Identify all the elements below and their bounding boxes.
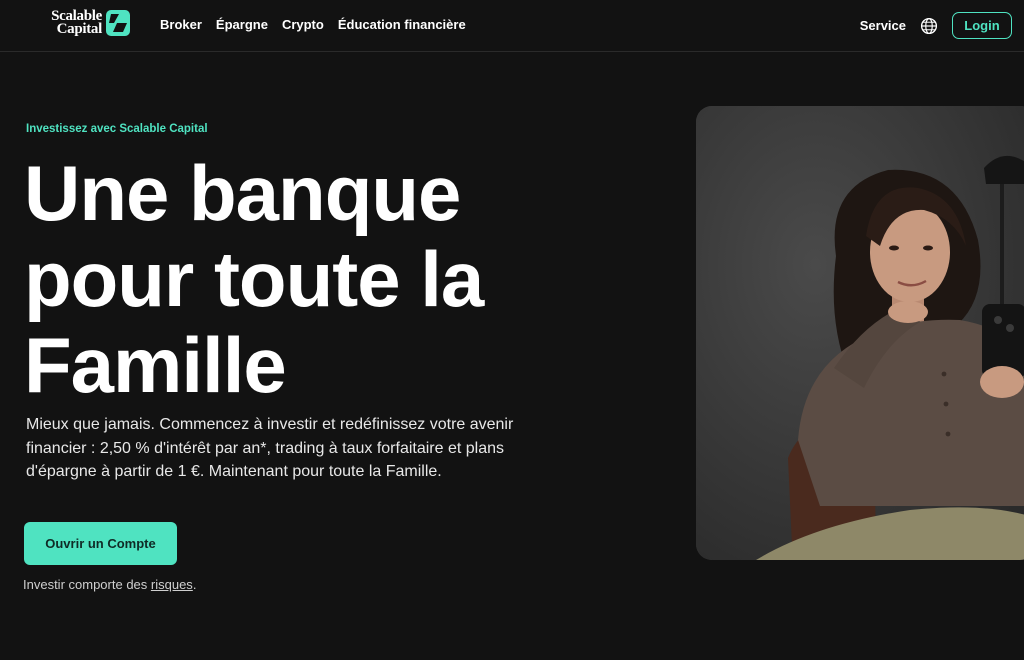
risk-disclaimer: Investir comporte des risques. [23,577,197,592]
header-actions: Service Login [860,12,1012,39]
risks-link[interactable]: risques [151,577,193,592]
hero-description: Mieux que jamais. Commencez à investir e… [26,416,514,480]
nav-education-financiere[interactable]: Éducation financière [338,16,466,34]
nav-broker[interactable]: Broker [160,16,202,34]
hero-eyebrow: Investissez avec Scalable Capital [26,123,208,135]
main-nav: Broker Épargne Crypto Éducation financiè… [160,16,466,34]
nav-epargne[interactable]: Épargne [216,16,268,34]
woman-with-phone-illustration [696,106,1024,560]
logo-wordmark: Scalable Capital [51,8,102,37]
scalable-s-logo-icon [106,10,130,36]
hero-title: Une banque pour toute la Famille [24,150,584,408]
hero-title-line-2: pour toute la [24,235,484,323]
open-account-button[interactable]: Ouvrir un Compte [24,522,177,565]
hero-title-line-3: Famille [24,321,287,409]
nav-crypto[interactable]: Crypto [282,16,324,34]
hero-title-line-1: Une banque [24,149,461,237]
scalable-capital-logo[interactable]: Scalable Capital [36,8,130,37]
service-link[interactable]: Service [860,18,906,33]
hero-photo [696,106,1024,560]
site-header: Scalable Capital Broker Épargne Crypto É… [0,0,1024,52]
globe-icon[interactable] [920,17,938,35]
login-button[interactable]: Login [952,12,1012,39]
